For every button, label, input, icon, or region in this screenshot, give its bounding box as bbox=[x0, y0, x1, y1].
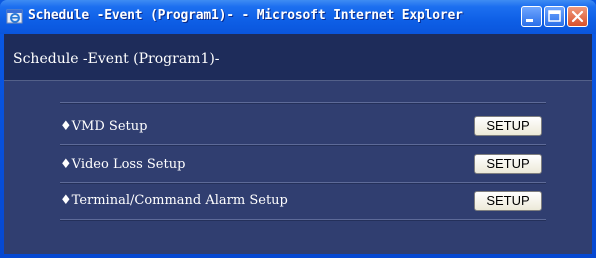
minimize-icon bbox=[526, 19, 533, 22]
browser-window: Schedule -Event (Program1)- - Microsoft … bbox=[0, 0, 596, 258]
close-button[interactable] bbox=[567, 6, 588, 27]
page-header: Schedule -Event (Program1)- bbox=[4, 34, 592, 81]
vmd-setup-button[interactable]: SETUP bbox=[474, 116, 542, 136]
maximize-button[interactable] bbox=[544, 6, 565, 27]
maximize-icon bbox=[548, 10, 561, 22]
terminal-command-alarm-setup-button[interactable]: SETUP bbox=[474, 191, 542, 211]
title-bar[interactable]: Schedule -Event (Program1)- - Microsoft … bbox=[0, 0, 596, 34]
page-title: Schedule -Event (Program1)- bbox=[13, 51, 220, 67]
divider bbox=[60, 144, 546, 146]
page-content: Schedule -Event (Program1)- ♦VMD Setup S… bbox=[4, 34, 592, 254]
terminal-command-alarm-setup-label: ♦Terminal/Command Alarm Setup bbox=[60, 193, 288, 208]
window-title: Schedule -Event (Program1)- - Microsoft … bbox=[28, 8, 463, 23]
internet-explorer-icon bbox=[6, 8, 24, 26]
divider bbox=[60, 102, 546, 104]
minimize-button[interactable] bbox=[521, 6, 542, 27]
divider bbox=[60, 219, 546, 221]
video-loss-setup-button[interactable]: SETUP bbox=[474, 154, 542, 174]
divider bbox=[60, 182, 546, 184]
close-icon bbox=[571, 10, 584, 23]
vmd-setup-label: ♦VMD Setup bbox=[60, 119, 148, 134]
video-loss-setup-label: ♦Video Loss Setup bbox=[60, 157, 186, 172]
